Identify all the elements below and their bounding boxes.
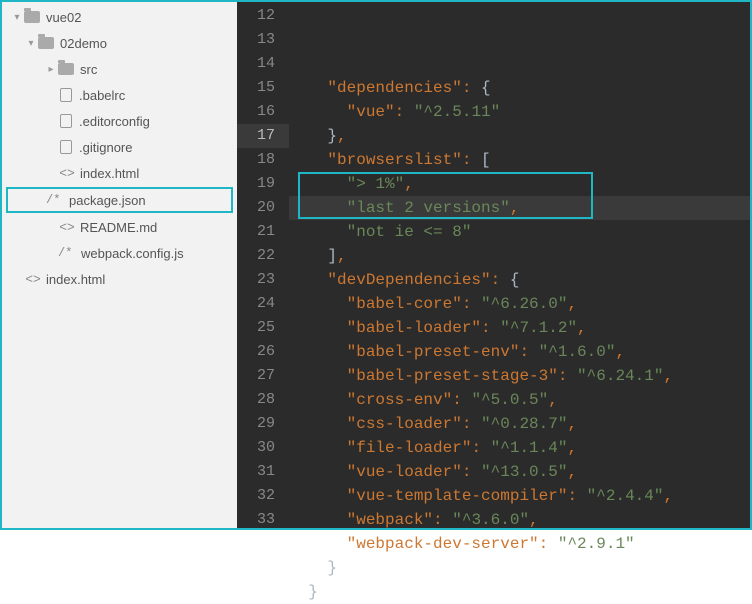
code-line[interactable]: "babel-preset-stage-3": "^6.24.1", bbox=[289, 364, 750, 388]
code-line[interactable]: "vue-template-compiler": "^2.4.4", bbox=[289, 484, 750, 508]
code-line[interactable]: "babel-core": "^6.26.0", bbox=[289, 292, 750, 316]
code-line[interactable]: "browserslist": [ bbox=[289, 148, 750, 172]
tree-label: 02demo bbox=[60, 36, 107, 51]
line-number: 23 bbox=[237, 268, 289, 292]
line-number: 13 bbox=[237, 28, 289, 52]
line-number: 25 bbox=[237, 316, 289, 340]
js-file-icon: /* bbox=[58, 246, 78, 260]
code-line[interactable]: "cross-env": "^5.0.5", bbox=[289, 388, 750, 412]
tree-label: index.html bbox=[80, 166, 139, 181]
tree-file-readme[interactable]: <> README.md bbox=[2, 214, 237, 240]
tree-folder-demo[interactable]: 02demo bbox=[2, 30, 237, 56]
tree-label: package.json bbox=[69, 193, 146, 208]
chevron-right-icon: ▸ bbox=[44, 64, 58, 75]
folder-icon bbox=[24, 11, 40, 23]
tree-folder-root[interactable]: vue02 bbox=[2, 4, 237, 30]
line-number: 16 bbox=[237, 100, 289, 124]
code-line[interactable]: "babel-preset-env": "^1.6.0", bbox=[289, 340, 750, 364]
code-line[interactable]: "webpack-dev-server": "^2.9.1" bbox=[289, 532, 750, 556]
line-number: 28 bbox=[237, 388, 289, 412]
line-number: 18 bbox=[237, 148, 289, 172]
line-number: 26 bbox=[237, 340, 289, 364]
line-number: 24 bbox=[237, 292, 289, 316]
code-line[interactable]: "webpack": "^3.6.0", bbox=[289, 508, 750, 532]
line-number: 19 bbox=[237, 172, 289, 196]
code-line[interactable]: "vue-loader": "^13.0.5", bbox=[289, 460, 750, 484]
code-line[interactable]: "css-loader": "^0.28.7", bbox=[289, 412, 750, 436]
code-icon: <> bbox=[24, 272, 42, 287]
file-explorer: vue02 02demo ▸ src .babelrc .editorconfi… bbox=[2, 2, 237, 528]
line-gutter: 1213141516171819202122232425262728293031… bbox=[237, 2, 289, 528]
line-number: 30 bbox=[237, 436, 289, 460]
tree-file-babelrc[interactable]: .babelrc bbox=[2, 82, 237, 108]
tree-label: .babelrc bbox=[79, 88, 125, 103]
line-number: 33 bbox=[237, 508, 289, 532]
code-line[interactable]: "babel-loader": "^7.1.2", bbox=[289, 316, 750, 340]
tree-label: README.md bbox=[80, 220, 157, 235]
tree-label: src bbox=[80, 62, 97, 77]
file-icon bbox=[60, 140, 72, 154]
code-line[interactable]: "last 2 versions", bbox=[289, 196, 750, 220]
chevron-down-icon bbox=[10, 12, 24, 23]
line-number: 17 bbox=[237, 124, 289, 148]
tree-label: vue02 bbox=[46, 10, 81, 25]
code-line[interactable]: "> 1%", bbox=[289, 172, 750, 196]
line-number: 29 bbox=[237, 412, 289, 436]
line-number: 22 bbox=[237, 244, 289, 268]
code-line[interactable]: "not ie <= 8" bbox=[289, 220, 750, 244]
folder-icon bbox=[38, 37, 54, 49]
line-number: 20 bbox=[237, 196, 289, 220]
tree-label: .gitignore bbox=[79, 140, 132, 155]
tree-file-index-html[interactable]: <> index.html bbox=[2, 160, 237, 186]
tree-label: .editorconfig bbox=[79, 114, 150, 129]
tree-label: webpack.config.js bbox=[81, 246, 184, 261]
line-number: 32 bbox=[237, 484, 289, 508]
tree-folder-src[interactable]: ▸ src bbox=[2, 56, 237, 82]
file-icon bbox=[60, 88, 72, 102]
code-line[interactable]: "dependencies": { bbox=[289, 76, 750, 100]
line-number: 12 bbox=[237, 4, 289, 28]
code-editor[interactable]: 1213141516171819202122232425262728293031… bbox=[237, 2, 750, 528]
code-line[interactable]: "vue": "^2.5.11" bbox=[289, 100, 750, 124]
code-line[interactable]: } bbox=[289, 580, 750, 604]
line-number: 21 bbox=[237, 220, 289, 244]
code-line[interactable]: "devDependencies": { bbox=[289, 268, 750, 292]
tree-file-gitignore[interactable]: .gitignore bbox=[2, 134, 237, 160]
line-number: 14 bbox=[237, 52, 289, 76]
file-icon bbox=[60, 114, 72, 128]
line-number: 15 bbox=[237, 76, 289, 100]
json-file-icon: /* bbox=[46, 193, 66, 207]
tree-file-editorconfig[interactable]: .editorconfig bbox=[2, 108, 237, 134]
line-number: 27 bbox=[237, 364, 289, 388]
code-line[interactable]: "file-loader": "^1.1.4", bbox=[289, 436, 750, 460]
tree-file-package-json[interactable]: /* package.json bbox=[6, 187, 233, 213]
code-icon: <> bbox=[58, 220, 76, 235]
line-number: 31 bbox=[237, 460, 289, 484]
code-line[interactable]: } bbox=[289, 556, 750, 580]
code-line[interactable]: }, bbox=[289, 124, 750, 148]
code-line[interactable]: ], bbox=[289, 244, 750, 268]
tree-file-webpack-config[interactable]: /* webpack.config.js bbox=[2, 240, 237, 266]
code-icon: <> bbox=[58, 166, 76, 181]
code-area[interactable]: "dependencies": { "vue": "^2.5.11" }, "b… bbox=[289, 2, 750, 528]
folder-icon bbox=[58, 63, 74, 75]
chevron-down-icon bbox=[24, 38, 38, 49]
tree-file-outer-index[interactable]: <> index.html bbox=[2, 266, 237, 292]
tree-label: index.html bbox=[46, 272, 105, 287]
